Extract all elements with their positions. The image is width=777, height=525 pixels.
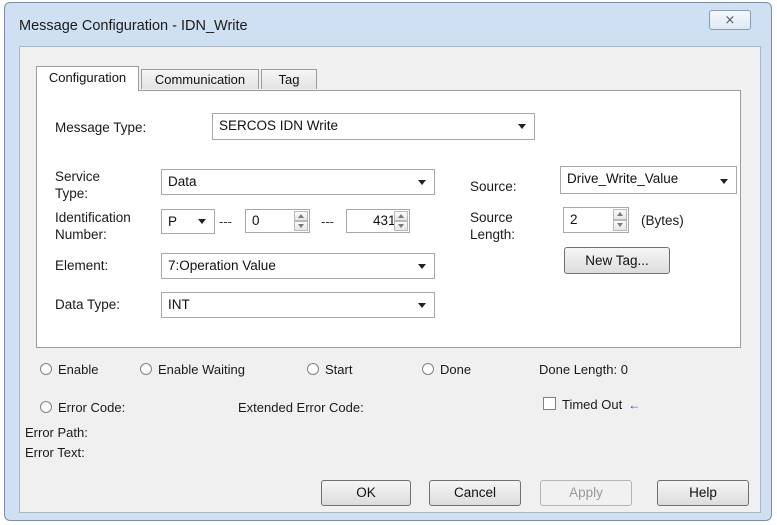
data-type-value: INT: [168, 297, 190, 312]
data-type-select[interactable]: INT: [161, 292, 435, 318]
close-button[interactable]: ⨯: [709, 10, 751, 30]
error-code-label: Error Code:: [58, 400, 126, 415]
radio-icon: [140, 363, 152, 375]
source-select[interactable]: Drive_Write_Value: [560, 166, 737, 194]
timed-out-checkbox[interactable]: Timed Out ←: [543, 397, 640, 413]
id-prefix-select[interactable]: P: [161, 209, 215, 234]
id-prefix-value: P: [168, 214, 178, 229]
done-label: Done: [440, 362, 472, 377]
enable-waiting-label: Enable Waiting: [158, 362, 245, 377]
cancel-button[interactable]: Cancel: [429, 480, 521, 506]
error-path-label: Error Path:: [25, 425, 88, 440]
tab-communication[interactable]: Communication: [141, 69, 259, 89]
id-number-stepper[interactable]: 431: [346, 209, 410, 233]
bytes-unit-label: (Bytes): [641, 213, 684, 228]
element-value: 7:Operation Value: [168, 258, 276, 273]
done-indicator: Done: [422, 362, 471, 378]
message-type-select[interactable]: SERCOS IDN Write: [212, 113, 535, 140]
arrow-left-icon: ←: [628, 398, 641, 412]
source-value: Drive_Write_Value: [567, 171, 679, 186]
error-text-label: Error Text:: [25, 445, 85, 460]
element-label: Element:: [55, 258, 109, 273]
message-configuration-dialog: Message Configuration - IDN_Write ⨯ Conf…: [4, 2, 772, 521]
spinner-icon[interactable]: [294, 211, 308, 231]
message-type-value: SERCOS IDN Write: [219, 118, 339, 133]
done-length-label: Done Length:: [539, 362, 618, 377]
id-number-value: 431: [373, 213, 396, 228]
ok-button[interactable]: OK: [321, 480, 411, 506]
configuration-panel: Message Type: SERCOS IDN Write Service T…: [36, 90, 741, 348]
done-length: Done Length: 0: [539, 362, 628, 378]
dialog-client: Configuration Communication Tag Message …: [19, 46, 761, 513]
id-separator: ---: [219, 214, 232, 229]
tab-tag[interactable]: Tag: [261, 69, 317, 89]
service-type-label: Service Type:: [55, 169, 101, 201]
spinner-icon[interactable]: [394, 211, 408, 231]
extended-error-code-label: Extended Error Code:: [238, 400, 364, 415]
dialog-title: Message Configuration - IDN_Write: [19, 18, 248, 34]
apply-button[interactable]: Apply: [540, 480, 632, 506]
element-select[interactable]: 7:Operation Value: [161, 253, 435, 279]
chevron-down-icon: [418, 180, 426, 185]
spinner-icon[interactable]: [613, 209, 627, 231]
chevron-down-icon: [720, 179, 728, 184]
identification-number-label: Identification Number:: [55, 210, 131, 242]
start-indicator: Start: [307, 362, 352, 378]
chevron-down-icon: [418, 303, 426, 308]
error-code-indicator: Error Code:: [40, 400, 125, 416]
new-tag-button[interactable]: New Tag...: [564, 247, 670, 274]
tab-configuration[interactable]: Configuration: [36, 66, 139, 91]
data-type-label: Data Type:: [55, 297, 121, 312]
done-length-value: 0: [620, 362, 628, 377]
enable-label: Enable: [58, 362, 99, 377]
id-separator: ---: [321, 214, 334, 229]
radio-icon: [422, 363, 434, 375]
chevron-down-icon: [198, 219, 206, 224]
close-icon: ⨯: [724, 12, 736, 27]
timed-out-label: Timed Out: [562, 397, 623, 412]
source-length-stepper[interactable]: 2: [563, 207, 629, 233]
service-type-value: Data: [168, 174, 197, 189]
source-length-value: 2: [570, 212, 578, 227]
source-length-label: Source Length:: [470, 210, 516, 242]
enable-indicator: Enable: [40, 362, 98, 378]
radio-icon: [40, 363, 52, 375]
id-set-value: 0: [252, 213, 260, 228]
enable-waiting-indicator: Enable Waiting: [140, 362, 245, 378]
source-label: Source:: [470, 179, 517, 194]
service-type-select[interactable]: Data: [161, 169, 435, 195]
help-button[interactable]: Help: [657, 480, 749, 506]
chevron-down-icon: [418, 264, 426, 269]
radio-icon: [307, 363, 319, 375]
radio-icon: [40, 401, 52, 413]
message-type-label: Message Type:: [55, 120, 147, 135]
id-set-stepper[interactable]: 0: [245, 209, 310, 233]
chevron-down-icon: [518, 124, 526, 129]
checkbox-icon: [543, 397, 556, 410]
start-label: Start: [325, 362, 353, 377]
